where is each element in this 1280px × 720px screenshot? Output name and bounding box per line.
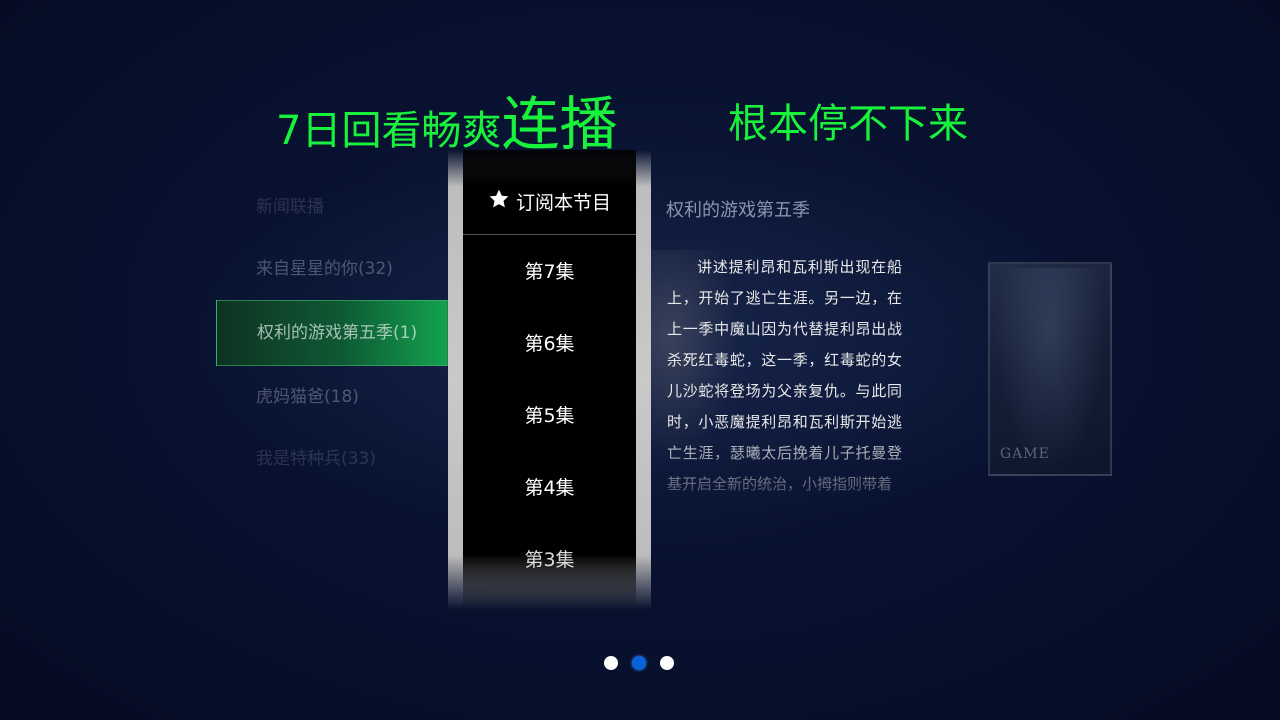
headline-right: 根本停不下来	[728, 101, 968, 147]
detail-title: 权利的游戏第五季	[666, 200, 810, 221]
category-item-news[interactable]: 新闻联播	[216, 176, 448, 238]
episode-item-6[interactable]: 第6集	[463, 308, 636, 380]
poster-image	[994, 268, 1106, 470]
headline-emphasis: 连播	[501, 90, 618, 158]
subscribe-label: 订阅本节目	[515, 191, 611, 214]
detail-description: 讲述提利昂和瓦利斯出现在船上，开始了逃亡生涯。另一边，在上一季中魔山因为代替提利…	[667, 258, 902, 493]
page-dot-1[interactable]	[604, 656, 618, 670]
episode-item-7[interactable]: 第7集	[463, 236, 636, 308]
category-item-game-of-thrones[interactable]: 权利的游戏第五季(1)	[216, 300, 448, 366]
category-item-special-forces[interactable]: 我是特种兵(33)	[216, 428, 448, 490]
category-item-star[interactable]: 来自星星的你(32)	[216, 238, 448, 300]
pagination-dots	[604, 656, 674, 670]
page-dot-2[interactable]	[632, 656, 646, 670]
category-list: 新闻联播 来自星星的你(32) 权利的游戏第五季(1) 虎妈猫爸(18) 我是特…	[216, 176, 448, 490]
star-icon	[488, 188, 510, 215]
page-dot-3[interactable]	[660, 656, 674, 670]
show-poster[interactable]: GAME	[988, 262, 1112, 476]
category-item-tiger-mom[interactable]: 虎妈猫爸(18)	[216, 366, 448, 428]
poster-logo: GAME	[1000, 446, 1050, 462]
episode-item-3[interactable]: 第3集	[463, 524, 636, 596]
episode-item-5[interactable]: 第5集	[463, 380, 636, 452]
episode-item-4[interactable]: 第4集	[463, 452, 636, 524]
subscribe-button[interactable]: 订阅本节目	[463, 168, 636, 235]
